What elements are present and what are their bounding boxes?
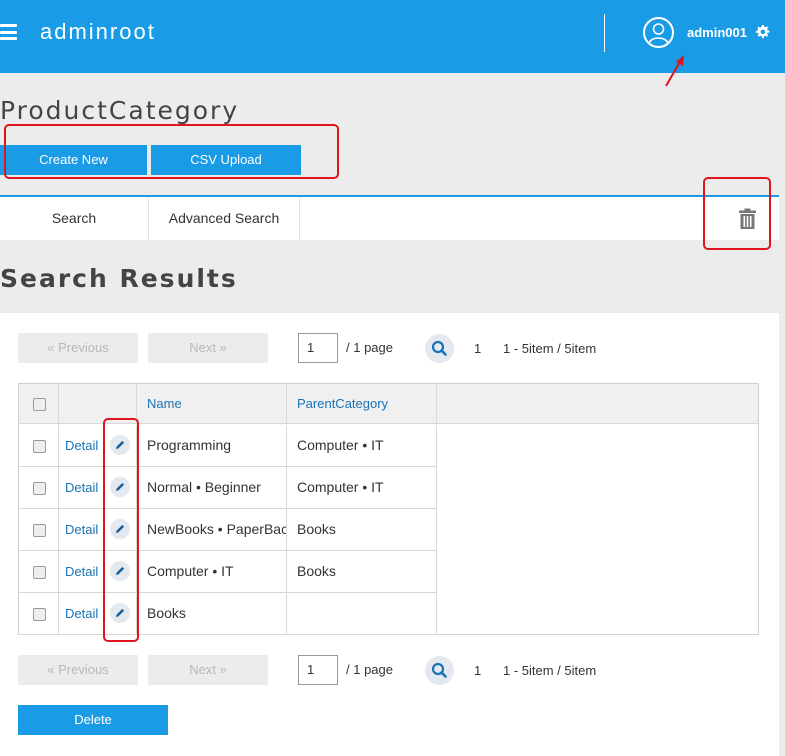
next-button[interactable]: Next » [148,333,268,363]
user-avatar-icon[interactable] [643,17,674,48]
table-row: Detail NewBooks • PaperBack Books [19,509,437,551]
row-name: Books [137,593,287,634]
annotation-arrow [665,55,684,87]
hamburger-menu-icon[interactable] [0,24,17,40]
row-parent-category [287,593,437,634]
page-number-input[interactable]: 1 [298,333,338,363]
column-header-name[interactable]: Name [137,384,287,424]
detail-link[interactable]: Detail [65,564,98,579]
table-row: Detail Normal • Beginner Computer • IT [19,467,437,509]
detail-link[interactable]: Detail [65,606,98,621]
column-header-parent-category[interactable]: ParentCategory [287,384,437,424]
row-checkbox[interactable] [33,440,46,453]
row-name: Normal • Beginner [137,467,287,508]
page-title: ProductCategory [0,96,240,125]
page-number-input[interactable]: 1 [298,655,338,685]
delete-button[interactable]: Delete [18,705,168,735]
detail-link[interactable]: Detail [65,480,98,495]
app-title[interactable]: adminroot [40,19,156,45]
current-page-number: 1 [474,663,482,678]
header-checkbox-cell [19,384,59,424]
table-row: Detail Programming Computer • IT [19,425,437,467]
row-parent-category: Books [287,551,437,592]
user-name[interactable]: admin001 [687,25,747,40]
search-icon [431,662,447,678]
search-icon [431,340,447,356]
row-checkbox[interactable] [33,524,46,537]
highlight-box-edit-icons [103,418,139,642]
page-total-label: / 1 page [346,662,393,677]
item-range: 1 - 5item / 5item [503,341,597,356]
search-results-title: Search Results [0,264,238,293]
item-range: 1 - 5item / 5item [503,663,597,678]
next-button[interactable]: Next » [148,655,268,685]
detail-link[interactable]: Detail [65,438,98,453]
header-divider [604,14,605,52]
highlight-box-trash [703,177,771,250]
search-tabs: Search Advanced Search [0,195,779,240]
tab-advanced-search[interactable]: Advanced Search [149,197,300,240]
row-name: Programming [137,425,287,466]
row-checkbox[interactable] [33,482,46,495]
highlight-box-action-buttons [4,124,339,179]
page-total-label: / 1 page [346,340,393,355]
row-checkbox[interactable] [33,608,46,621]
previous-button[interactable]: « Previous [18,333,138,363]
detail-link[interactable]: Detail [65,522,98,537]
page-search-button[interactable] [425,656,454,685]
table-row: Detail Computer • IT Books [19,551,437,593]
page-search-button[interactable] [425,334,454,363]
select-all-checkbox[interactable] [33,398,46,411]
previous-button[interactable]: « Previous [18,655,138,685]
row-checkbox[interactable] [33,566,46,579]
current-page-number: 1 [474,341,482,356]
tab-search[interactable]: Search [0,197,149,240]
row-parent-category: Computer • IT [287,425,437,466]
row-name: Computer • IT [137,551,287,592]
table-row: Detail Books [19,593,437,635]
pager-bottom: « Previous Next » 1 / 1 page 1 1 - 5item… [18,655,618,687]
row-name: NewBooks • PaperBack [137,509,287,550]
gear-icon[interactable] [755,24,770,39]
row-parent-category: Computer • IT [287,467,437,508]
pager-top: « Previous Next » 1 / 1 page 1 1 - 5item… [18,333,618,365]
row-parent-category: Books [287,509,437,550]
